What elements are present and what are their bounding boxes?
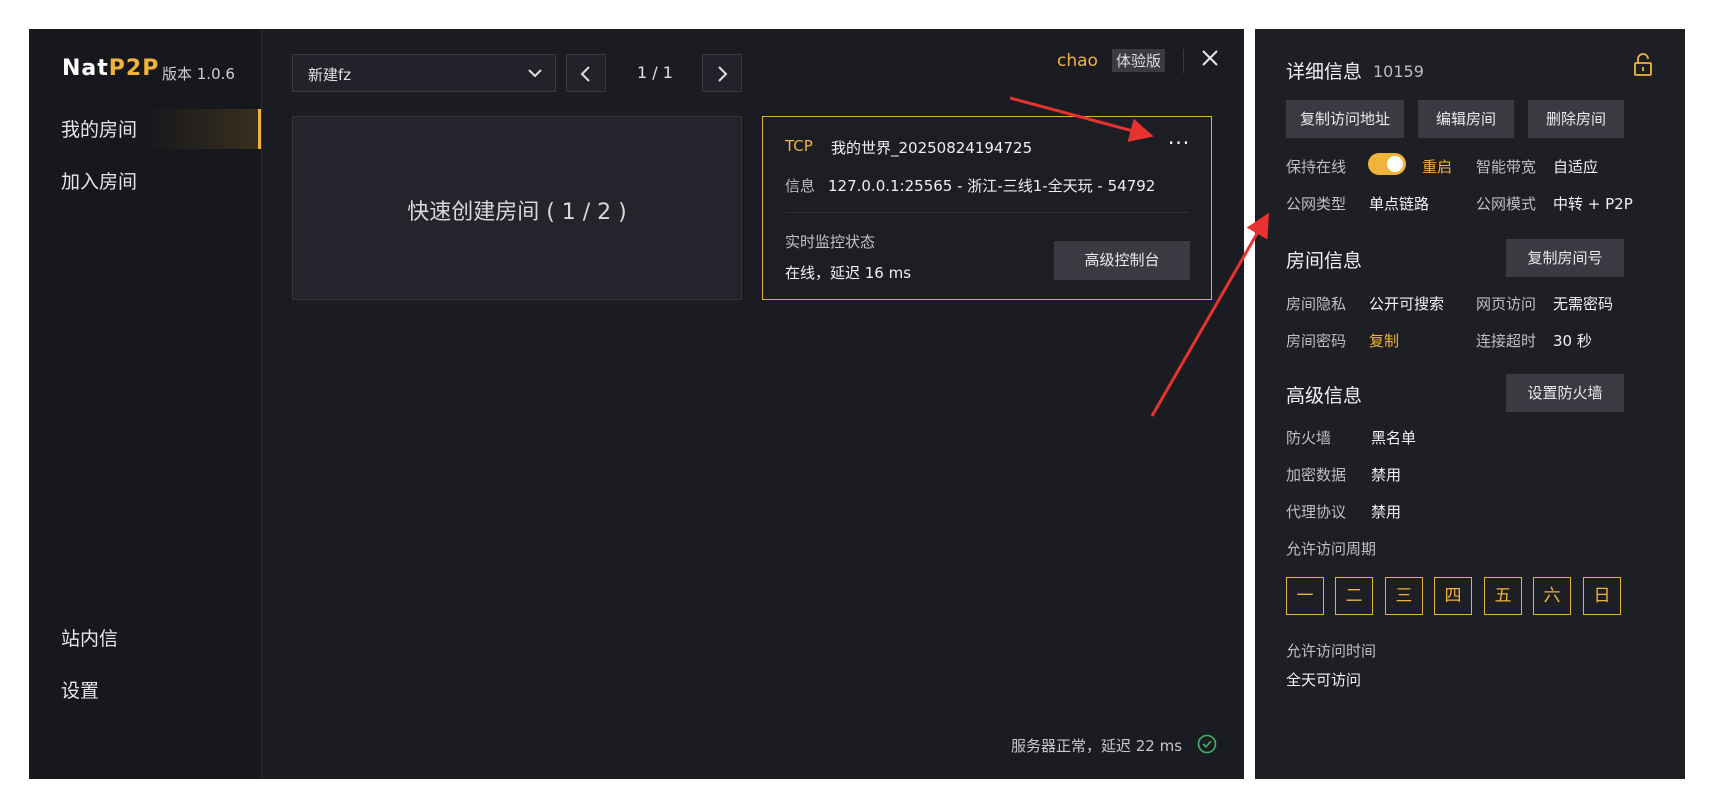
brand-logo: NatP2P [62, 56, 160, 81]
day-tue-button[interactable]: 二 [1335, 577, 1373, 615]
advanced-info-title: 高级信息 [1286, 385, 1363, 407]
day-thu-button[interactable]: 四 [1434, 577, 1472, 615]
copy-password-link[interactable]: 复制 [1369, 330, 1399, 351]
day-wed-button[interactable]: 三 [1385, 577, 1423, 615]
info-value: 127.0.0.1:25565 - 浙江-三线1-全天玩 - 54792 [828, 177, 1156, 195]
net-mode-value: 中转 + P2P [1553, 195, 1633, 213]
keep-online-label: 保持在线 [1286, 158, 1347, 176]
info-label: 信息 [785, 177, 816, 195]
access-period-label: 允许访问周期 [1286, 540, 1377, 558]
access-time-value: 全天可访问 [1286, 671, 1362, 689]
sidebar-item-messages[interactable]: 站内信 [61, 624, 118, 651]
quick-create-room-card[interactable]: 快速创建房间 ( 1 / 2 ) [292, 116, 742, 300]
username[interactable]: chao [1057, 51, 1098, 71]
room-group-select[interactable]: 新建fz [292, 54, 556, 92]
monitor-value: 在线，延迟 16 ms [785, 264, 912, 282]
server-status-text: 服务器正常，延迟 22 ms [1011, 737, 1183, 755]
version-label: 版本 1.0.6 [162, 65, 235, 83]
firewall-value: 黑名单 [1371, 429, 1417, 447]
page-indicator: 1 / 1 [637, 63, 673, 82]
day-fri-button[interactable]: 五 [1484, 577, 1522, 615]
sidebar-item-join-room[interactable]: 加入房间 [61, 167, 137, 194]
prev-page-button[interactable] [566, 54, 606, 92]
chevron-right-icon [718, 66, 728, 82]
web-access-value: 无需密码 [1553, 295, 1614, 313]
encrypt-label: 加密数据 [1286, 466, 1347, 484]
access-time-label: 允许访问时间 [1286, 642, 1377, 660]
proxy-label: 代理协议 [1286, 503, 1347, 521]
sidebar-item-settings[interactable]: 设置 [61, 676, 99, 703]
card-divider [785, 212, 1189, 213]
delete-room-button[interactable]: 删除房间 [1528, 100, 1624, 138]
restart-link[interactable]: 重启 [1422, 156, 1452, 177]
detail-panel: 详细信息 10159 复制访问地址 编辑房间 删除房间 保持在线 重启 智能带宽… [1255, 29, 1685, 779]
copy-room-number-button[interactable]: 复制房间号 [1506, 239, 1624, 277]
day-mon-button[interactable]: 一 [1286, 577, 1324, 615]
web-access-label: 网页访问 [1476, 295, 1537, 313]
firewall-label: 防火墙 [1286, 429, 1332, 447]
check-circle-icon [1197, 734, 1217, 754]
privacy-value: 公开可搜索 [1369, 295, 1445, 313]
sidebar: NatP2P 版本 1.0.6 我的房间 加入房间 站内信 设置 [29, 29, 262, 779]
privacy-label: 房间隐私 [1286, 295, 1347, 313]
edit-room-button[interactable]: 编辑房间 [1418, 100, 1514, 138]
main-window: NatP2P 版本 1.0.6 我的房间 加入房间 站内信 设置 新建fz 1 … [29, 29, 1244, 779]
net-mode-label: 公网模式 [1476, 195, 1537, 213]
timeout-value: 30 秒 [1553, 332, 1592, 350]
sidebar-item-my-rooms[interactable]: 我的房间 [61, 115, 137, 142]
monitor-label: 实时监控状态 [785, 233, 876, 251]
more-options-icon[interactable]: ··· [1168, 131, 1190, 155]
room-id: 10159 [1373, 62, 1424, 81]
smart-bandwidth-value: 自适应 [1553, 158, 1599, 176]
protocol-label: TCP [785, 137, 813, 155]
copy-access-address-button[interactable]: 复制访问地址 [1286, 100, 1404, 138]
set-firewall-button[interactable]: 设置防火墙 [1506, 374, 1624, 412]
net-type-value: 单点链路 [1369, 195, 1430, 213]
detail-title: 详细信息 [1286, 61, 1363, 83]
encrypt-value: 禁用 [1371, 466, 1402, 484]
net-type-label: 公网类型 [1286, 195, 1347, 213]
quick-create-label: 快速创建房间 ( 1 / 2 ) [407, 200, 627, 225]
room-info-title: 房间信息 [1286, 250, 1363, 272]
timeout-label: 连接超时 [1476, 332, 1537, 350]
plan-badge: 体验版 [1112, 49, 1166, 72]
room-password-label: 房间密码 [1286, 332, 1347, 350]
room-card[interactable]: TCP 我的世界_20250824194725 ··· 信息 127.0.0.1… [762, 116, 1212, 300]
nav-active-indicator [258, 109, 261, 149]
day-sat-button[interactable]: 六 [1533, 577, 1571, 615]
chevron-down-icon [528, 69, 542, 78]
advanced-console-button[interactable]: 高级控制台 [1054, 241, 1190, 280]
day-sun-button[interactable]: 日 [1583, 577, 1621, 615]
close-icon[interactable] [1199, 47, 1221, 69]
room-name: 我的世界_20250824194725 [831, 139, 1033, 157]
keep-online-toggle[interactable] [1368, 153, 1406, 175]
chevron-left-icon [580, 66, 590, 82]
proxy-value: 禁用 [1371, 503, 1402, 521]
next-page-button[interactable] [702, 54, 742, 92]
toolbar-divider [1183, 49, 1184, 73]
select-value: 新建fz [308, 66, 352, 84]
unlock-icon[interactable] [1633, 53, 1653, 77]
smart-bandwidth-label: 智能带宽 [1476, 158, 1537, 176]
